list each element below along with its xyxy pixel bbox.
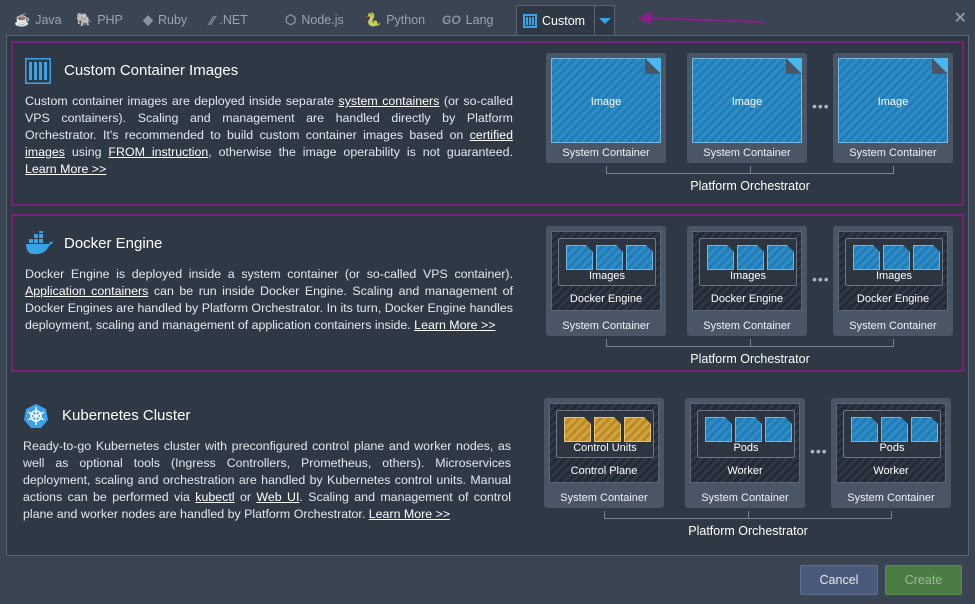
php-icon: 🐘 <box>76 12 93 27</box>
system-container: Image System Container <box>687 53 807 163</box>
python-icon: 🐍 <box>365 12 382 27</box>
system-container: Image System Container <box>833 53 953 163</box>
system-container: Images Docker Engine System Container <box>687 226 807 336</box>
kubectl-link[interactable]: kubectl <box>195 490 234 504</box>
close-icon[interactable]: ✕ <box>954 8 967 28</box>
worker-box: Pods Worker <box>836 403 946 483</box>
dotnet-icon: ⁄⁄ <box>210 12 215 28</box>
images-box: Images <box>845 238 943 286</box>
platform-orchestrator-label: Platform Orchestrator <box>688 524 808 538</box>
worker-box: Pods Worker <box>690 403 800 483</box>
engine-tabs: ☕ Java 🐘 PHP ◆ Ruby ⁄⁄ .NET ⬡ Node.js 🐍 … <box>0 0 975 36</box>
docker-engine-box: Images Docker Engine <box>692 231 802 311</box>
docker-icon <box>26 231 53 255</box>
tab-python[interactable]: 🐍 Python <box>365 6 425 34</box>
pods-box: Pods <box>697 410 795 458</box>
ruby-icon: ◆ <box>143 12 153 27</box>
control-units-box: Control Units <box>556 410 654 458</box>
custom-images-option[interactable]: Custom Container Images Custom container… <box>11 41 964 206</box>
section-description: Ready-to-go Kubernetes cluster with prec… <box>23 439 511 521</box>
images-box: Images <box>699 238 797 286</box>
docker-engine-box: Images Docker Engine <box>838 231 948 311</box>
kubernetes-diagram: Control Units Control Plane System Conta… <box>544 398 954 543</box>
section-title: Kubernetes Cluster <box>62 407 191 424</box>
tab-php[interactable]: 🐘 PHP <box>76 6 123 34</box>
system-container: Pods Worker System Container <box>831 398 951 508</box>
docker-engine-diagram: Images Docker Engine System Container Im… <box>546 226 956 371</box>
images-box: Images <box>558 238 656 286</box>
nodejs-icon: ⬡ <box>285 12 297 27</box>
from-instruction-link[interactable]: FROM instruction <box>108 145 208 159</box>
docker-engine-option[interactable]: Docker Engine Docker Engine is deployed … <box>11 214 964 372</box>
tab-java[interactable]: ☕ Java <box>14 6 62 34</box>
learn-more-link[interactable]: Learn More >> <box>369 507 450 521</box>
docker-engine-box: Images Docker Engine <box>551 231 661 311</box>
go-icon: GO <box>442 13 461 27</box>
system-container: Control Units Control Plane System Conta… <box>544 398 664 508</box>
section-title: Custom Container Images <box>64 62 239 79</box>
system-container: Images Docker Engine System Container <box>833 226 953 336</box>
annotation-arrow-icon <box>638 11 765 25</box>
platform-orchestrator-label: Platform Orchestrator <box>690 352 810 366</box>
pods-box: Pods <box>843 410 941 458</box>
kubernetes-icon <box>24 404 48 428</box>
learn-more-link[interactable]: Learn More >> <box>414 318 495 332</box>
system-container: Image System Container <box>546 53 666 163</box>
application-containers-link[interactable]: Application containers <box>25 284 148 298</box>
tab-dropdown-button[interactable] <box>594 5 615 36</box>
custom-images-diagram: Image System Container Image System Cont… <box>546 53 956 198</box>
system-container: Images Docker Engine System Container <box>546 226 666 336</box>
tab-ruby[interactable]: ◆ Ruby <box>143 6 187 34</box>
system-container: Pods Worker System Container <box>685 398 805 508</box>
section-description: Custom container images are deployed ins… <box>25 94 513 176</box>
tab-dotnet[interactable]: ⁄⁄ .NET <box>210 6 248 34</box>
create-button[interactable]: Create <box>885 565 962 595</box>
image-box: Image <box>838 58 948 143</box>
image-box: Image <box>551 58 661 143</box>
tab-custom[interactable]: Custom <box>516 5 595 36</box>
cancel-button[interactable]: Cancel <box>800 565 878 595</box>
container-images-icon <box>25 58 51 84</box>
ellipsis: ••• <box>810 443 828 459</box>
chevron-down-icon <box>598 18 611 24</box>
tab-nodejs[interactable]: ⬡ Node.js <box>285 6 344 34</box>
learn-more-link[interactable]: Learn More >> <box>25 162 106 176</box>
web-ui-link[interactable]: Web UI <box>256 490 299 504</box>
kubernetes-cluster-option[interactable]: Kubernetes Cluster Ready-to-go Kubernete… <box>11 388 964 548</box>
java-icon: ☕ <box>14 12 31 27</box>
system-containers-link[interactable]: system containers <box>339 94 440 108</box>
section-description: Docker Engine is deployed inside a syste… <box>25 267 513 332</box>
section-title: Docker Engine <box>64 235 163 252</box>
image-box: Image <box>692 58 802 143</box>
tab-lang[interactable]: GO Lang <box>442 6 493 34</box>
ellipsis: ••• <box>812 271 830 287</box>
platform-orchestrator-label: Platform Orchestrator <box>690 179 810 193</box>
ellipsis: ••• <box>812 98 830 114</box>
control-plane-box: Control Units Control Plane <box>549 403 659 483</box>
custom-icon <box>523 14 537 28</box>
